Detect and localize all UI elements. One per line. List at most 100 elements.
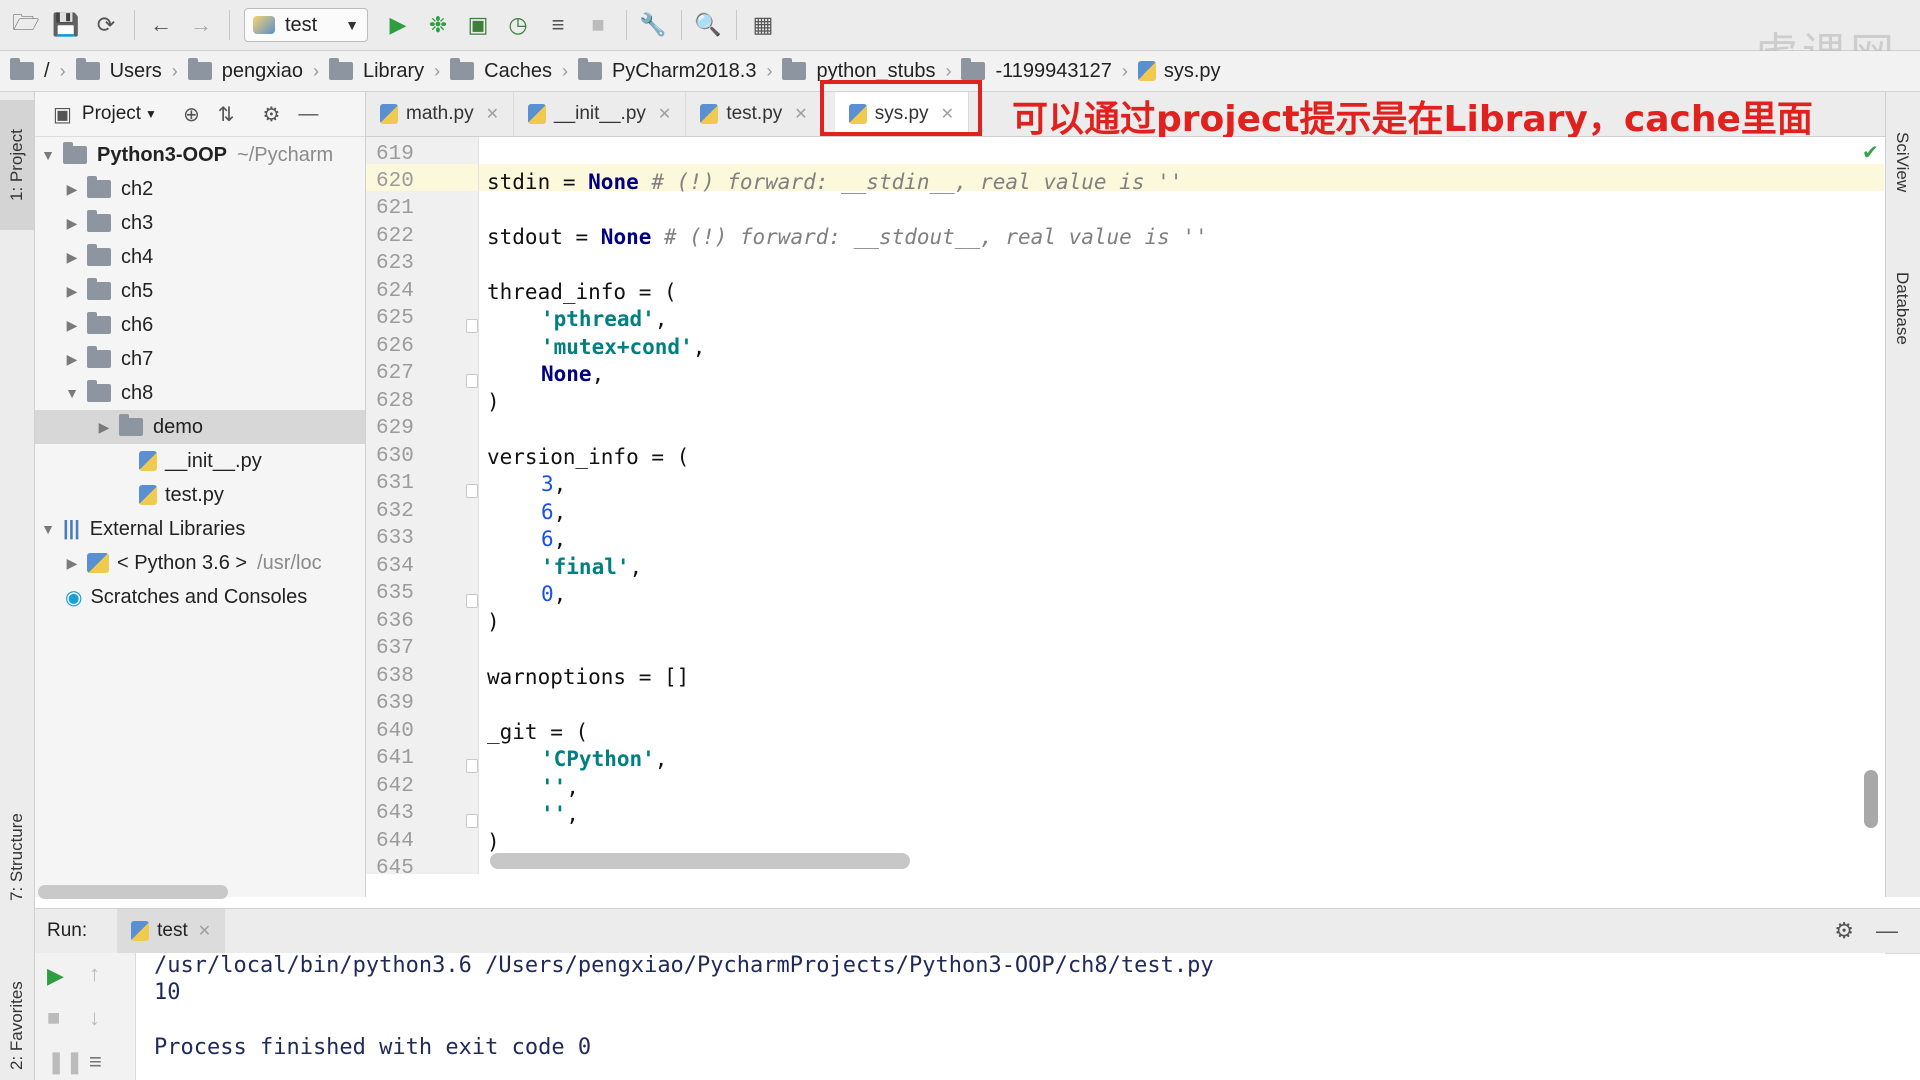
rerun-icon[interactable]: ▶	[47, 963, 64, 989]
close-icon[interactable]: ✕	[486, 104, 499, 124]
tab-test-py[interactable]: test.py ✕	[686, 92, 823, 136]
hide-panel-icon[interactable]: —	[298, 103, 318, 126]
run-with-coverage-icon[interactable]: ▣	[464, 11, 492, 39]
forward-icon[interactable]: →	[187, 11, 215, 39]
down-arrow-icon[interactable]: ↓	[89, 1005, 100, 1031]
tab-init-py[interactable]: __init__.py ✕	[514, 92, 687, 136]
soft-wrap-icon[interactable]: ≡	[89, 1049, 102, 1075]
line-number: 628	[376, 390, 414, 413]
code-line: 'final',	[541, 555, 643, 579]
breadcrumb-item-caches[interactable]: Caches	[450, 58, 552, 83]
breadcrumb-item-pengxiao[interactable]: pengxiao	[187, 58, 303, 83]
close-icon[interactable]: ✕	[658, 104, 671, 124]
close-icon[interactable]: ✕	[794, 104, 807, 124]
folder-icon	[63, 142, 87, 164]
line-number: 643	[376, 802, 414, 825]
tree-file-test[interactable]: test.py	[35, 478, 365, 512]
python-config-icon	[253, 16, 275, 34]
tree-python-sdk[interactable]: ▶ < Python 3.6 >/usr/loc	[35, 546, 365, 580]
database-tool-tab[interactable]: Database	[1892, 272, 1912, 345]
search-icon[interactable]: 🔍	[694, 11, 722, 39]
profile-icon[interactable]: ◷	[504, 11, 532, 39]
debug-icon[interactable]: ❉	[424, 11, 452, 39]
run-console-output[interactable]: /usr/local/bin/python3.6 /Users/pengxiao…	[136, 953, 1885, 1080]
tab-math-py[interactable]: math.py ✕	[366, 92, 514, 136]
editor-horizontal-scrollbar[interactable]	[490, 853, 910, 869]
pause-icon[interactable]: ❚❚	[47, 1049, 84, 1075]
run-tab-test[interactable]: test ✕	[117, 909, 226, 953]
project-view-select[interactable]: Project	[82, 103, 141, 125]
tree-scratches[interactable]: ◉ Scratches and Consoles	[35, 580, 365, 614]
line-number: 626	[376, 335, 414, 358]
hide-panel-icon[interactable]: —	[1876, 918, 1898, 944]
code-line: 'mutex+cond',	[541, 335, 706, 359]
code-line: warnoptions = []	[487, 665, 690, 689]
line-number: 636	[376, 610, 414, 633]
project-tool-tab[interactable]: 1: Project	[0, 100, 34, 230]
code-line: 'CPython',	[541, 747, 668, 771]
tree-folder-demo[interactable]: ▶ demo	[35, 410, 365, 444]
close-icon[interactable]: ✕	[198, 921, 211, 941]
project-structure-icon[interactable]: ▦	[749, 11, 777, 39]
tree-external-libraries[interactable]: ▼ ||| External Libraries	[35, 512, 365, 546]
tree-folder-ch3[interactable]: ▶ ch3	[35, 206, 365, 240]
settings-wrench-icon[interactable]: 🔧	[639, 11, 667, 39]
folder-icon	[10, 58, 34, 80]
breadcrumb-item-pycharm[interactable]: PyCharm2018.3	[577, 58, 756, 83]
collapse-all-icon[interactable]: ⇅	[218, 102, 235, 127]
line-number: 622	[376, 225, 414, 248]
open-folder-icon[interactable]: 🗁	[12, 10, 40, 39]
editor-vertical-scrollbar[interactable]	[1864, 770, 1878, 828]
save-icon[interactable]: 💾	[52, 11, 80, 39]
right-tool-window-strip: SciView Database	[1885, 92, 1920, 897]
folder-icon	[87, 380, 111, 402]
concurrency-diagram-icon[interactable]: ≡	[544, 11, 572, 39]
chevron-down-icon[interactable]: ▼	[145, 107, 157, 121]
breadcrumb-item-stub-id[interactable]: -1199943127	[961, 58, 1112, 83]
breadcrumb-item-root[interactable]: /	[10, 58, 50, 83]
tree-file-init[interactable]: __init__.py	[35, 444, 365, 478]
favorites-tool-tab[interactable]: 2: Favorites	[0, 972, 34, 1080]
tree-root-project[interactable]: ▼ Python3-OOP ~/Pycharm	[35, 138, 365, 172]
folder-icon	[87, 210, 111, 232]
line-number: 635	[376, 582, 414, 605]
back-icon[interactable]: ←	[147, 11, 175, 39]
project-panel-scrollbar[interactable]	[38, 885, 228, 899]
structure-tool-tab[interactable]: 7: Structure	[0, 792, 34, 922]
breadcrumb-item-sys-py[interactable]: sys.py	[1137, 60, 1221, 83]
chevron-right-icon: ›	[945, 60, 952, 81]
gear-icon[interactable]: ⚙	[262, 102, 280, 127]
tree-folder-ch6[interactable]: ▶ ch6	[35, 308, 365, 342]
fold-marker-icon[interactable]	[466, 319, 478, 333]
sync-icon[interactable]: ⟳	[92, 11, 120, 39]
expanded-arrow-icon: ▼	[41, 521, 55, 537]
code-editor[interactable]: stdin = None # (!) forward: __stdin__, r…	[479, 137, 1884, 874]
tree-folder-ch8[interactable]: ▼ ch8	[35, 376, 365, 410]
toolbar-separator	[229, 10, 230, 40]
toolbar-separator	[134, 10, 135, 40]
tree-folder-ch2[interactable]: ▶ ch2	[35, 172, 365, 206]
chevron-right-icon: ›	[59, 60, 66, 81]
line-number: 639	[376, 692, 414, 715]
breadcrumb-item-users[interactable]: Users	[75, 58, 162, 83]
fold-marker-icon[interactable]	[466, 759, 478, 773]
fold-marker-icon[interactable]	[466, 594, 478, 608]
sciview-tool-tab[interactable]: SciView	[1892, 132, 1912, 192]
tree-folder-ch5[interactable]: ▶ ch5	[35, 274, 365, 308]
breadcrumb-item-library[interactable]: Library	[328, 58, 424, 83]
run-configuration-select[interactable]: test ▼	[244, 8, 368, 42]
chevron-down-icon: ▼	[345, 17, 359, 33]
tree-folder-ch7[interactable]: ▶ ch7	[35, 342, 365, 376]
locate-target-icon[interactable]: ⊕	[183, 102, 200, 127]
run-icon[interactable]: ▶	[384, 11, 412, 39]
fold-marker-icon[interactable]	[466, 484, 478, 498]
fold-marker-icon[interactable]	[466, 374, 478, 388]
python-file-icon	[528, 104, 546, 124]
stop-icon[interactable]: ■	[584, 11, 612, 39]
fold-marker-icon[interactable]	[466, 814, 478, 828]
up-arrow-icon[interactable]: ↑	[89, 961, 100, 987]
tree-folder-ch4[interactable]: ▶ ch4	[35, 240, 365, 274]
inspection-ok-icon[interactable]: ✔	[1862, 140, 1879, 165]
gear-icon[interactable]: ⚙	[1834, 918, 1854, 944]
stop-icon[interactable]: ■	[47, 1005, 60, 1031]
